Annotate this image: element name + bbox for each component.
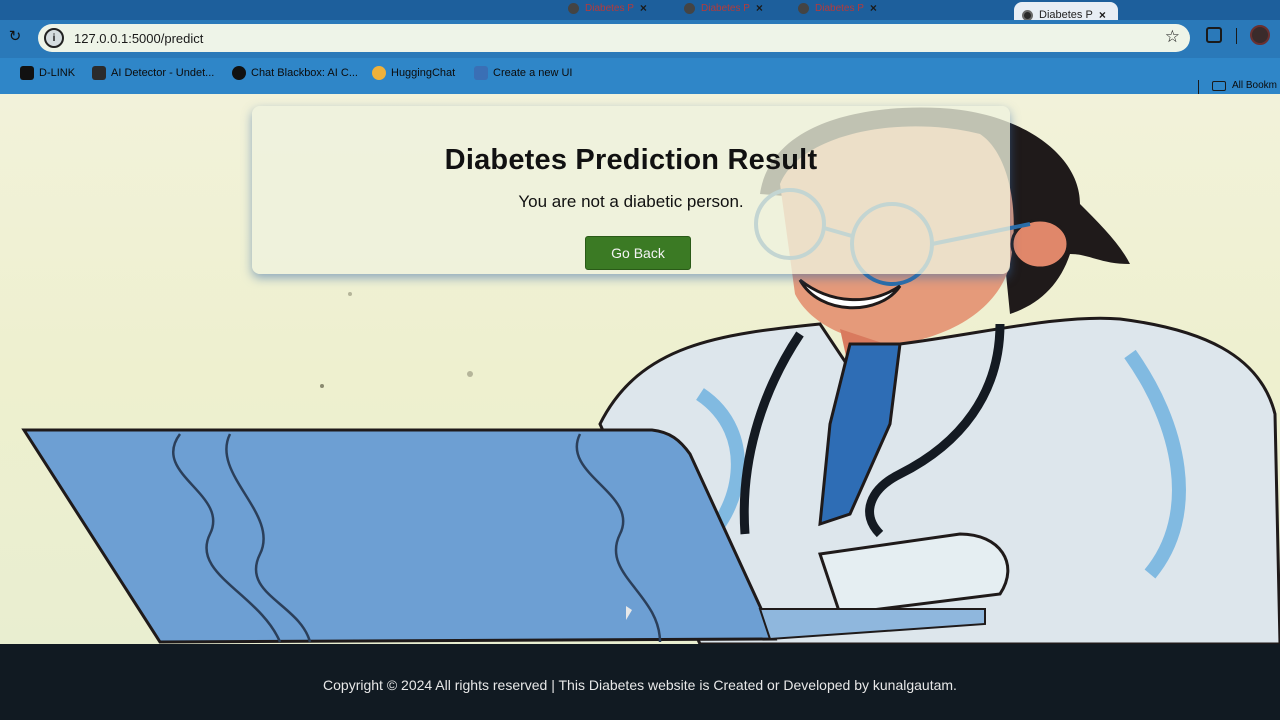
close-tab-icon[interactable]: × <box>870 1 877 15</box>
page-body: Diabetes Prediction Result You are not a… <box>0 94 1280 644</box>
bookmark-star-icon[interactable]: ☆ <box>1165 27 1180 47</box>
browser-toolbar: ↻ i 127.0.0.1:5000/predict ☆ <box>0 20 1280 58</box>
huggingchat-icon <box>372 66 386 80</box>
page-footer: Copyright © 2024 All rights reserved | T… <box>0 644 1280 720</box>
tab-favicon <box>798 2 809 14</box>
tab-favicon <box>568 2 579 14</box>
bookmark-label: HuggingChat <box>391 67 456 79</box>
tab-favicon <box>1022 9 1033 21</box>
tab-label: Diabetes P <box>815 2 864 14</box>
tab-diabetes-3[interactable]: Diabetes P × <box>790 0 885 16</box>
go-back-button[interactable]: Go Back <box>585 236 691 270</box>
dlink-icon <box>20 66 34 80</box>
tab-label: Diabetes P <box>585 2 634 14</box>
folder-icon <box>1212 80 1226 91</box>
site-info-icon[interactable]: i <box>44 28 64 48</box>
address-bar[interactable]: i 127.0.0.1:5000/predict ☆ <box>38 24 1190 52</box>
bookmark-label: AI Detector - Undet... <box>111 67 215 79</box>
reload-icon[interactable]: ↻ <box>6 28 24 46</box>
blackbox-icon <box>232 66 246 80</box>
mouse-cursor-icon <box>626 606 632 620</box>
close-tab-icon[interactable]: × <box>756 1 763 15</box>
bookmark-blackbox[interactable]: Chat Blackbox: AI C... <box>232 66 358 80</box>
result-message: You are not a diabetic person. <box>518 192 744 211</box>
all-bookmarks-button[interactable]: All Bookm <box>1212 80 1277 91</box>
bookmark-huggingchat[interactable]: HuggingChat <box>372 66 455 80</box>
tab-label: Diabetes P <box>701 2 750 14</box>
url-text[interactable]: 127.0.0.1:5000/predict <box>74 31 203 46</box>
profile-avatar[interactable] <box>1250 25 1270 45</box>
all-bookmarks-label: All Bookm <box>1232 80 1278 91</box>
extensions-icon[interactable] <box>1206 27 1222 43</box>
bookmark-label: Create a new UI <box>493 67 573 79</box>
bookmark-ai-detector[interactable]: AI Detector - Undet... <box>92 66 214 80</box>
result-card: Diabetes Prediction Result You are not a… <box>252 106 1010 274</box>
bookmark-dlink[interactable]: D-LINK <box>20 66 75 80</box>
bookmarks-divider <box>1198 80 1199 94</box>
result-title: Diabetes Prediction Result <box>444 144 818 176</box>
create-ui-icon <box>474 66 488 80</box>
toolbar-divider <box>1236 28 1237 44</box>
tab-diabetes-2[interactable]: Diabetes P × <box>676 0 771 16</box>
bookmark-create-ui[interactable]: Create a new UI <box>474 66 572 80</box>
tab-favicon <box>684 2 695 14</box>
footer-copyright: Copyright © 2024 All rights reserved | T… <box>323 677 957 693</box>
bookmark-label: Chat Blackbox: AI C... <box>251 67 358 79</box>
close-tab-icon[interactable]: × <box>640 1 647 15</box>
tab-diabetes-1[interactable]: Diabetes P × <box>560 0 655 16</box>
ai-detector-icon <box>92 66 106 80</box>
bookmark-label: D-LINK <box>39 67 76 79</box>
bookmarks-bar: D-LINK AI Detector - Undet... Chat Black… <box>0 58 1280 94</box>
